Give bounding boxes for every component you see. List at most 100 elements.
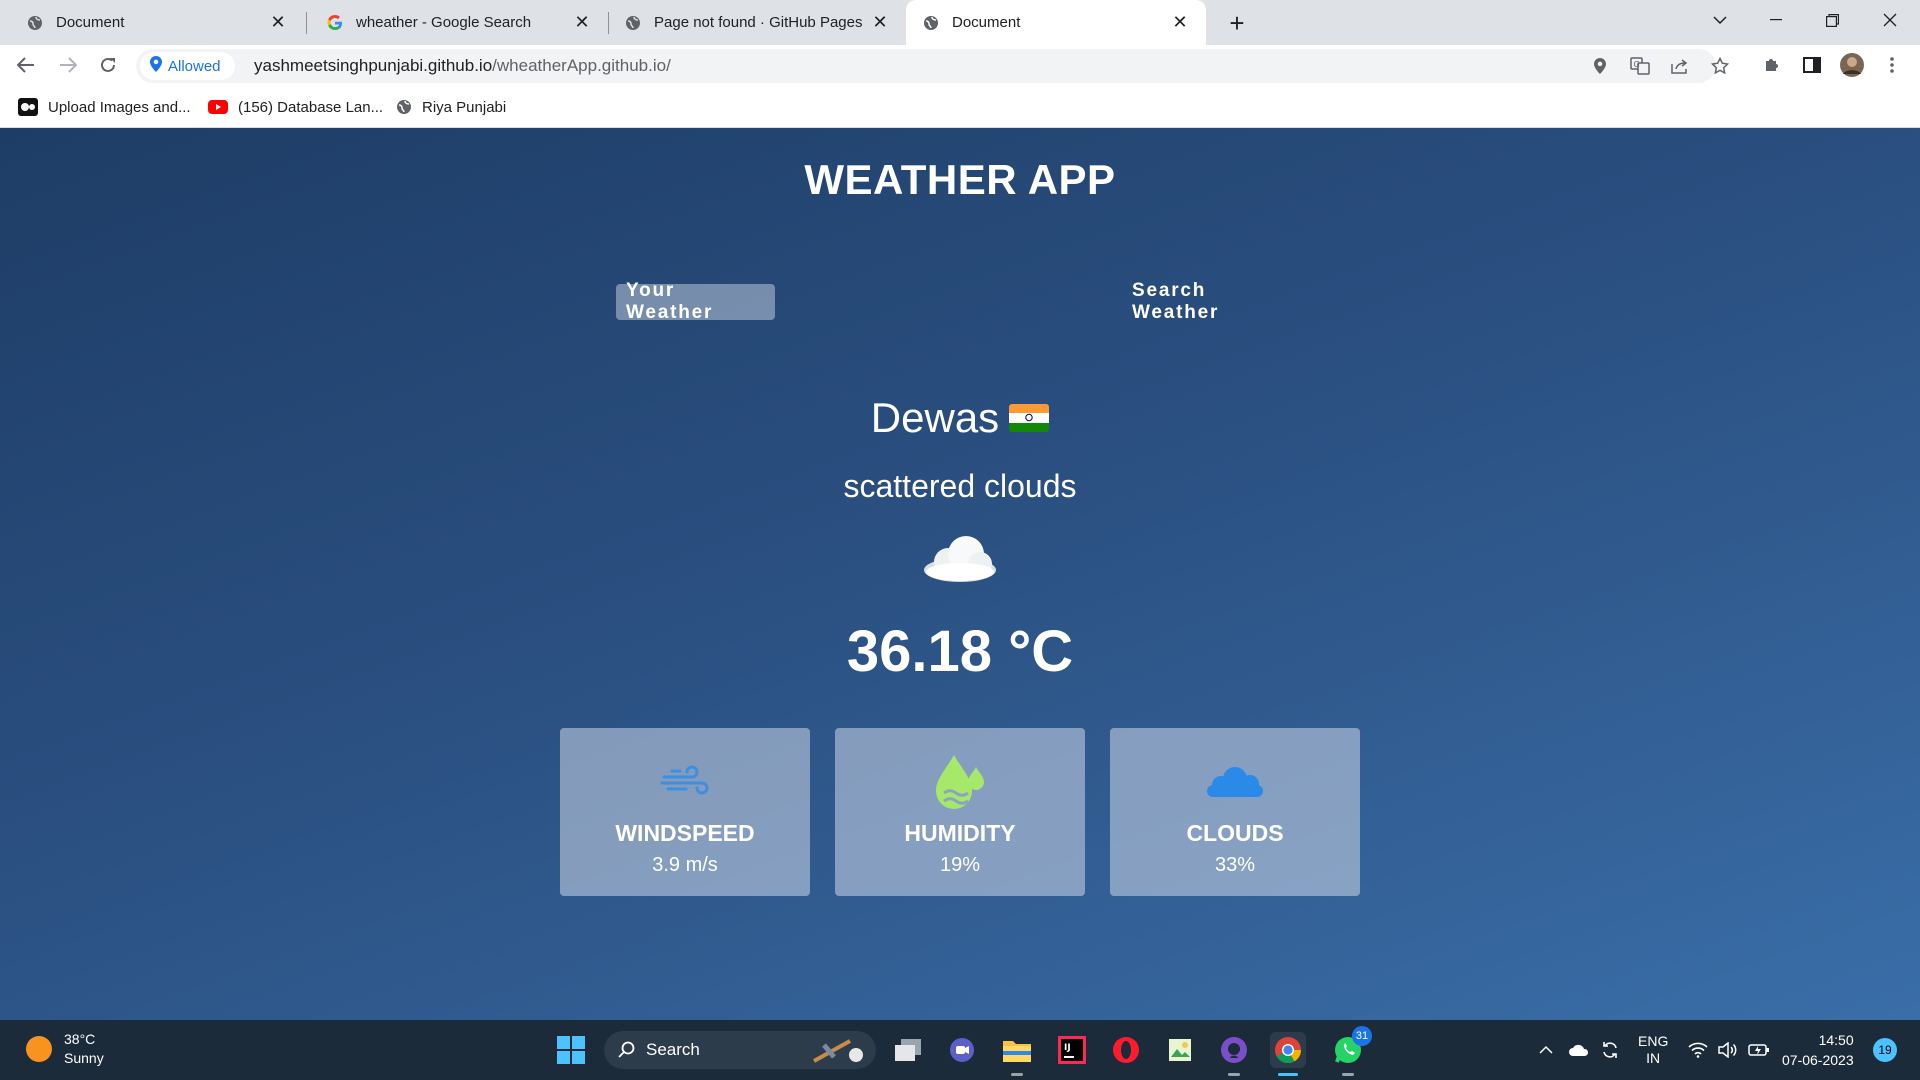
task-view-icon[interactable] (890, 1032, 926, 1068)
windows-start-icon[interactable] (553, 1032, 589, 1068)
reload-icon[interactable] (92, 49, 124, 81)
search-icon (618, 1041, 636, 1059)
url-text[interactable]: yashmeetsinghpunjabi.github.io/wheatherA… (254, 56, 671, 76)
humidity-card: HUMIDITY 19% (835, 728, 1085, 896)
city-name: Dewas (870, 394, 1000, 441)
tab-strip: Document ✕ wheather - Google Search ✕ Pa… (0, 0, 1920, 45)
volume-icon[interactable] (1718, 1020, 1738, 1080)
url-path: /wheatherApp.github.io/ (492, 56, 671, 75)
temperature: 36.18 °C (846, 619, 1074, 684)
back-arrow-icon[interactable] (10, 49, 42, 81)
menu-kebab-icon[interactable] (1876, 49, 1908, 81)
taskbar-search-box[interactable]: Search (604, 1031, 876, 1069)
site-chip-label: Allowed (168, 57, 221, 75)
running-indicator (1342, 1073, 1354, 1076)
bookmark-riya-punjabi[interactable]: Riya Punjabi (396, 96, 506, 118)
location-icon[interactable] (1588, 54, 1612, 78)
extensions-puzzle-icon[interactable] (1756, 49, 1788, 81)
intellij-icon[interactable]: IJ (1054, 1032, 1090, 1068)
language-line-2: IN (1646, 1050, 1661, 1066)
clock-date: 07-06-2023 (1782, 1052, 1854, 1068)
globe-icon (26, 14, 44, 32)
active-indicator (1278, 1073, 1298, 1076)
tab-close-button[interactable]: ✕ (1170, 12, 1190, 33)
tab-separator (306, 12, 307, 34)
location-pin-icon (150, 56, 162, 76)
taskbar-weather-temp: 38°C (64, 1031, 96, 1047)
bookmark-label: (156) Database Lan... (238, 98, 384, 116)
windspeed-label: WINDSPEED (615, 820, 755, 846)
tab-title: Document (56, 14, 125, 31)
wind-icon (560, 752, 810, 812)
globe-icon (624, 14, 642, 32)
bookmark-database[interactable]: (156) Database Lan... (208, 96, 383, 118)
translate-icon[interactable]: G (1628, 54, 1652, 78)
notification-count-badge[interactable]: 19 (1873, 1038, 1897, 1062)
weather-cloud-icon (920, 528, 1000, 588)
minimize-button[interactable] (1748, 0, 1804, 40)
tab-close-button[interactable]: ✕ (870, 12, 890, 33)
file-explorer-icon[interactable] (999, 1032, 1035, 1076)
battery-icon[interactable] (1748, 1020, 1770, 1080)
language-indicator[interactable]: ENG IN (1638, 1020, 1668, 1080)
side-panel-icon[interactable] (1796, 49, 1828, 81)
bookmark-upload-images[interactable]: Upload Images and... (18, 96, 191, 118)
wifi-icon[interactable] (1688, 1020, 1708, 1080)
whatsapp-icon[interactable]: 31 (1330, 1026, 1372, 1076)
bookmarks-bar: Upload Images and... (156) Database Lan.… (0, 86, 1920, 128)
whatsapp-badge: 31 (1352, 1026, 1372, 1046)
bookmark-label: Riya Punjabi (422, 98, 507, 116)
tab-title: Document (952, 14, 1021, 31)
taskbar-weather-desc: Sunny (64, 1050, 104, 1066)
browser-tab-3[interactable]: Page not found · GitHub Pages ✕ (610, 0, 906, 45)
taskbar-weather-widget[interactable]: 38°C Sunny (26, 1030, 104, 1068)
tray-chevron-icon[interactable] (1538, 1020, 1554, 1080)
google-icon (326, 14, 344, 32)
search-weather-tab[interactable]: Search Weather (1122, 280, 1302, 323)
image-editor-icon[interactable] (1162, 1032, 1198, 1068)
windspeed-value: 3.9 m/s (652, 854, 718, 876)
github-icon[interactable] (1216, 1032, 1252, 1076)
sync-icon[interactable] (1600, 1020, 1620, 1080)
india-flag-icon (1009, 404, 1050, 432)
tab-close-button[interactable]: ✕ (268, 12, 288, 33)
upload-app-icon (18, 98, 38, 116)
opera-icon[interactable] (1108, 1032, 1144, 1068)
clouds-card: CLOUDS 33% (1110, 728, 1360, 896)
browser-tab-2[interactable]: wheather - Google Search ✕ (308, 0, 608, 45)
share-icon[interactable] (1668, 54, 1692, 78)
teams-chat-icon[interactable] (944, 1032, 980, 1068)
url-host: yashmeetsinghpunjabi.github.io (254, 56, 493, 75)
clock-time: 14:50 (1818, 1032, 1854, 1048)
sun-icon (26, 1036, 52, 1062)
browser-tab-1[interactable]: Document ✕ (0, 0, 304, 45)
cloud-icon (1110, 752, 1360, 812)
tab-separator (608, 12, 609, 34)
tab-close-button[interactable]: ✕ (572, 12, 592, 33)
your-weather-tab[interactable]: Your Weather (616, 280, 775, 323)
app-title: WEATHER APP (804, 156, 1116, 203)
profile-avatar[interactable] (1836, 49, 1868, 81)
address-bar[interactable]: Allowed yashmeetsinghpunjabi.github.io/w… (136, 49, 1729, 83)
forward-arrow-icon[interactable] (52, 49, 84, 81)
bookmark-star-icon[interactable] (1708, 54, 1732, 78)
bookmark-label: Upload Images and... (48, 98, 191, 116)
globe-icon (396, 99, 412, 115)
humidity-label: HUMIDITY (904, 820, 1016, 846)
restore-button[interactable] (1804, 0, 1860, 40)
youtube-icon (208, 100, 228, 114)
onedrive-cloud-icon[interactable] (1568, 1020, 1590, 1080)
tab-search-chevron-icon[interactable] (1692, 0, 1748, 40)
globe-icon (922, 14, 940, 32)
location-permission-chip[interactable]: Allowed (140, 52, 235, 80)
language-line-1: ENG (1638, 1033, 1669, 1049)
weather-app-page: WEATHER APP Your Weather Search Weather … (0, 128, 1920, 1020)
chrome-icon[interactable] (1270, 1032, 1306, 1076)
system-clock[interactable]: 14:50 07-06-2023 (1782, 1030, 1854, 1070)
browser-tab-active[interactable]: Document ✕ (906, 0, 1206, 45)
close-window-button[interactable] (1862, 0, 1918, 40)
running-indicator (1011, 1073, 1023, 1076)
tab-title: Page not found · GitHub Pages (654, 14, 863, 31)
new-tab-button[interactable]: + (1222, 8, 1252, 38)
browser-toolbar: Allowed yashmeetsinghpunjabi.github.io/w… (0, 45, 1920, 86)
